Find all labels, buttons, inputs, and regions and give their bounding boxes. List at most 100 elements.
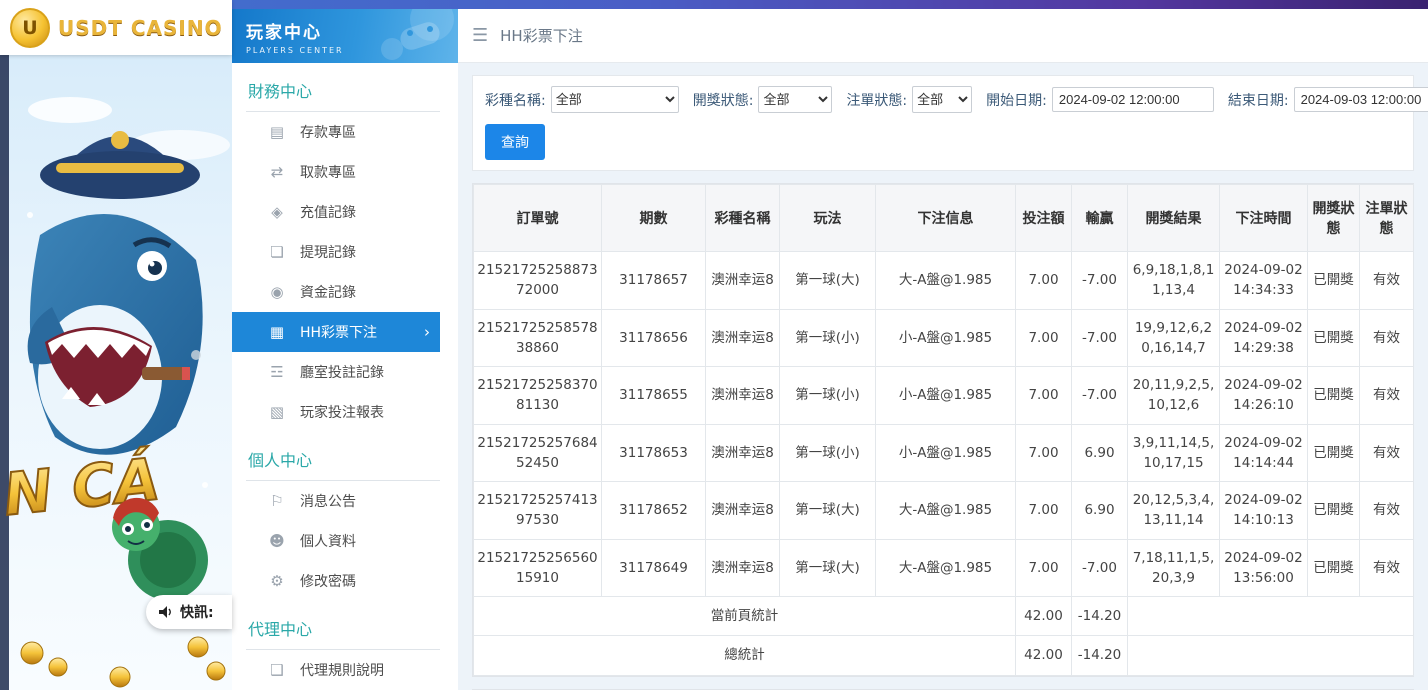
sidebar-section-finance-center: 財務中心 <box>246 63 440 112</box>
sidebar-item-change-password[interactable]: ⚙修改密碼 <box>232 561 440 601</box>
cell-order_no: 2152172525741397530 <box>474 482 602 540</box>
table-summary: 當前頁統計 42.00 -14.20 總統計 42.00 -14.20 <box>474 597 1414 676</box>
sidebar-section-agent-center: 代理中心 <box>246 601 440 650</box>
cell-draw_status: 已開獎 <box>1308 367 1360 425</box>
main-content: 彩種名稱: 全部 開獎狀態: 全部 注單狀態: 全 <box>458 63 1428 690</box>
withdraw-icon: ⇄ <box>268 163 286 181</box>
column-header: 下注信息 <box>876 185 1016 252</box>
cell-winloss: -7.00 <box>1072 539 1128 597</box>
sidebar-item-withdraw-area[interactable]: ⇄取款專區 <box>232 152 440 192</box>
cell-bet_info: 小-A盤@1.985 <box>876 367 1016 425</box>
start-date-label: 開始日期: <box>986 90 1047 110</box>
sidebar-item-label: 充值記錄 <box>300 202 356 222</box>
cell-lottery: 澳洲幸运8 <box>706 252 780 310</box>
hamburger-icon[interactable]: ☰ <box>472 25 488 46</box>
gamepad-decoration-icon <box>374 9 454 63</box>
cell-time: 2024-09-02 13:56:00 <box>1220 539 1308 597</box>
column-header: 輸贏 <box>1072 185 1128 252</box>
cell-time: 2024-09-02 14:14:44 <box>1220 424 1308 482</box>
sidebar-item-hh-lottery-bets[interactable]: ▦HH彩票下注› <box>232 312 440 352</box>
sidebar-item-agent-rules[interactable]: ❑代理規則說明 <box>232 650 440 690</box>
cell-result: 19,9,12,6,20,16,14,7 <box>1128 309 1220 367</box>
cell-period: 31178657 <box>602 252 706 310</box>
cell-result: 3,9,11,14,5,10,17,15 <box>1128 424 1220 482</box>
lottery-label: 彩種名稱: <box>485 90 546 110</box>
sidebar-item-recharge-record[interactable]: ◈ 充值記錄 <box>232 192 440 232</box>
end-date-input[interactable] <box>1294 87 1428 112</box>
cell-time: 2024-09-02 14:26:10 <box>1220 367 1308 425</box>
cell-order_no: 2152172525837081130 <box>474 367 602 425</box>
cell-winloss: 6.90 <box>1072 424 1128 482</box>
sidebar-item-label: 代理規則說明 <box>300 660 384 680</box>
cell-result: 6,9,18,1,8,11,13,4 <box>1128 252 1220 310</box>
summary-label: 總統計 <box>474 636 1016 675</box>
table-row: 215217252583708113031178655澳洲幸运8第一球(小)小-… <box>474 367 1414 425</box>
sidebar-item-withdrawal-record[interactable]: ❏ 提現記錄 <box>232 232 440 272</box>
sidebar-item-label: 提現記錄 <box>300 242 356 262</box>
deposit-icon: ▤ <box>268 123 286 141</box>
cell-draw_status: 已開獎 <box>1308 539 1360 597</box>
summary-row-current-page: 當前頁統計 42.00 -14.20 <box>474 597 1414 636</box>
table-row: 215217252585783886031178656澳洲幸运8第一球(小)小-… <box>474 309 1414 367</box>
summary-empty <box>1128 597 1414 636</box>
cell-order_no: 2152172525887372000 <box>474 252 602 310</box>
column-header: 注單狀態 <box>1360 185 1414 252</box>
sidebar-item-player-bet-report[interactable]: ▧玩家投注報表 <box>232 392 440 432</box>
table-row: 215217252565601591031178649澳洲幸运8第一球(大)大-… <box>474 539 1414 597</box>
bell-icon: ⚐ <box>268 492 286 510</box>
cell-lottery: 澳洲幸运8 <box>706 309 780 367</box>
cell-order_status: 有效 <box>1360 539 1414 597</box>
column-header: 投注額 <box>1016 185 1072 252</box>
order-status-select[interactable]: 全部 <box>912 86 972 113</box>
sidebar-item-label: 玩家投注報表 <box>300 402 384 422</box>
cell-bet_info: 大-A盤@1.985 <box>876 482 1016 540</box>
start-date-input[interactable] <box>1052 87 1214 112</box>
end-date-label: 結束日期: <box>1228 90 1289 110</box>
cell-lottery: 澳洲幸运8 <box>706 424 780 482</box>
main-area: ☰ HH彩票下注 彩種名稱: 全部 開獎狀態: 全部 <box>458 9 1428 690</box>
cell-order_no: 2152172525857838860 <box>474 309 602 367</box>
cell-winloss: -7.00 <box>1072 309 1128 367</box>
summary-winloss: -14.20 <box>1072 597 1128 636</box>
sidebar-item-room-bet-record[interactable]: ☲廳室投註記錄 <box>232 352 440 392</box>
sidebar-item-label: 廳室投註記錄 <box>300 362 384 382</box>
column-header: 訂單號 <box>474 185 602 252</box>
news-ticker[interactable]: 快訊: <box>146 595 232 629</box>
sidebar-item-announcements[interactable]: ⚐消息公告 <box>232 481 440 521</box>
cell-order_status: 有效 <box>1360 424 1414 482</box>
sidebar-item-funds-record[interactable]: ◉資金記錄 <box>232 272 440 312</box>
draw-status-select[interactable]: 全部 <box>758 86 832 113</box>
sidebar-menu: 財務中心 ▤ 存款專區 ⇄取款專區 ◈ 充值記錄 ❏ 提現記錄 ◉資金記錄▦HH彩票下注›☲廳室… <box>232 63 458 690</box>
cell-result: 7,18,11,1,5,20,3,9 <box>1128 539 1220 597</box>
cell-amount: 7.00 <box>1016 309 1072 367</box>
cell-play: 第一球(大) <box>780 539 876 597</box>
summary-row-total: 總統計 42.00 -14.20 <box>474 636 1414 675</box>
ticker-label: 快訊: <box>180 602 214 622</box>
cell-amount: 7.00 <box>1016 424 1072 482</box>
cell-lottery: 澳洲幸运8 <box>706 367 780 425</box>
search-button[interactable]: 查詢 <box>485 124 545 160</box>
cell-order_status: 有效 <box>1360 252 1414 310</box>
sidebar-item-profile[interactable]: ☻個人資料 <box>232 521 440 561</box>
column-header: 下注時間 <box>1220 185 1308 252</box>
table-header-row: 訂單號期數彩種名稱玩法下注信息投注額輸贏開獎結果下注時間開獎狀態注單狀態 <box>474 185 1414 252</box>
lottery-select[interactable]: 全部 <box>551 86 679 113</box>
summary-empty <box>1128 636 1414 675</box>
sidebar-item-label: 存款專區 <box>300 122 356 142</box>
page-title: HH彩票下注 <box>500 25 583 46</box>
withdrawal-record-icon: ❏ <box>268 243 286 261</box>
column-header: 開獎狀態 <box>1308 185 1360 252</box>
cell-period: 31178655 <box>602 367 706 425</box>
recharge-record-icon: ◈ <box>268 203 286 221</box>
main-topbar: ☰ HH彩票下注 <box>458 9 1428 63</box>
bets-table: 訂單號期數彩種名稱玩法下注信息投注額輸贏開獎結果下注時間開獎狀態注單狀態 215… <box>473 184 1414 676</box>
sidebar-item-label: 資金記錄 <box>300 282 356 302</box>
cell-bet_info: 小-A盤@1.985 <box>876 424 1016 482</box>
logo-coin-icon: U <box>10 8 50 48</box>
sidebar-item-deposit-area[interactable]: ▤ 存款專區 <box>232 112 440 152</box>
cell-amount: 7.00 <box>1016 482 1072 540</box>
cell-winloss: 6.90 <box>1072 482 1128 540</box>
person-icon: ☻ <box>268 532 286 550</box>
cell-lottery: 澳洲幸运8 <box>706 539 780 597</box>
bets-table-card: 訂單號期數彩種名稱玩法下注信息投注額輸贏開獎結果下注時間開獎狀態注單狀態 215… <box>472 183 1414 677</box>
